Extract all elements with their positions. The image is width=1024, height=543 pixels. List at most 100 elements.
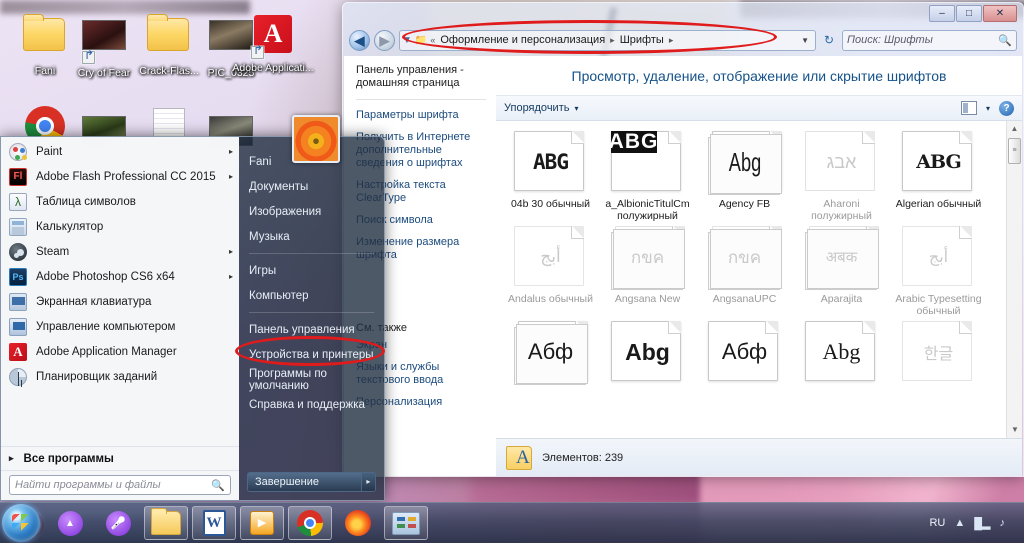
taskbar[interactable]: RU ▲ █▂ ♪: [0, 502, 1024, 543]
organize-caret-icon[interactable]: ▾: [574, 104, 578, 113]
start-menu-right-item-help-support[interactable]: Справка и поддержка: [239, 392, 384, 417]
font-item[interactable]: Abg: [599, 321, 696, 388]
taskbar-button-explorer[interactable]: [144, 506, 188, 540]
all-programs-button[interactable]: ▸ Все программы: [1, 446, 239, 470]
refresh-button[interactable]: ↻: [820, 30, 838, 51]
font-file-icon: ABG: [609, 130, 685, 193]
window-titlebar[interactable]: – □ ✕: [343, 3, 1023, 25]
taskbar-button-word[interactable]: [192, 506, 236, 540]
forward-button[interactable]: ▶: [374, 29, 395, 51]
search-input[interactable]: Поиск: Шрифты 🔍: [842, 29, 1017, 51]
submenu-arrow-icon[interactable]: ▸: [229, 272, 233, 281]
user-avatar[interactable]: [292, 115, 340, 163]
taskbar-button-control-panel[interactable]: [384, 506, 428, 540]
scroll-down-button[interactable]: ▼: [1007, 422, 1022, 438]
adobe-icon: [9, 342, 27, 361]
start-menu-item-onscreen-keyboard[interactable]: Экранная клавиатура: [1, 289, 239, 314]
start-menu[interactable]: Paint ▸ Adobe Flash Professional CC 2015…: [0, 136, 385, 501]
start-menu-right-item-control-panel[interactable]: Панель управления: [239, 317, 384, 342]
submenu-arrow-icon[interactable]: ▸: [229, 247, 233, 256]
left-pane-home-link[interactable]: Панель управления - домашняя страница: [356, 64, 486, 90]
font-item[interactable]: 한글: [890, 321, 987, 388]
minimize-button[interactable]: –: [929, 5, 955, 22]
taskbar-button-yandex[interactable]: [48, 506, 92, 540]
font-file-icon: กขค: [707, 226, 782, 290]
font-item[interactable]: ABG a_AlbionicTitulCm полужирный: [599, 130, 696, 222]
start-menu-right-item-devices-printers[interactable]: Устройства и принтеры: [239, 342, 384, 367]
word-icon: [202, 510, 226, 536]
font-item[interactable]: אבג Aharoni полужирный: [793, 131, 890, 222]
start-menu-item-photoshop[interactable]: Adobe Photoshop CS6 x64 ▸: [1, 264, 239, 289]
start-menu-item-task-scheduler[interactable]: Планировщик заданий: [1, 364, 239, 389]
submenu-arrow-icon[interactable]: ▸: [229, 147, 233, 156]
navigation-bar[interactable]: ◀ ▶ ▼ 📁 « Оформление и персонализация ▸ …: [343, 25, 1023, 55]
breadcrumb-item-fonts[interactable]: Шрифты: [618, 33, 666, 47]
start-menu-item-adobe-application-manager[interactable]: Adobe Application Manager: [1, 339, 239, 364]
language-indicator[interactable]: RU: [929, 517, 945, 529]
volume-icon[interactable]: ♪: [1000, 517, 1006, 529]
taskbar-button-chrome[interactable]: [288, 506, 332, 540]
system-tray[interactable]: RU ▲ █▂ ♪: [929, 517, 1022, 530]
help-icon[interactable]: ?: [999, 100, 1014, 116]
font-item[interactable]: Абф: [696, 321, 793, 388]
explorer-toolbar[interactable]: Упорядочить ▾ ▾ ?: [496, 96, 1022, 121]
start-search-input[interactable]: Найти программы и файлы 🔍: [9, 475, 231, 495]
scrollbar-thumb[interactable]: ≡: [1008, 138, 1021, 164]
maximize-button[interactable]: □: [956, 5, 982, 22]
chevron-down-icon[interactable]: ▼: [402, 35, 412, 46]
start-menu-item-steam[interactable]: Steam ▸: [1, 239, 239, 264]
desktop-icon-adobe-application[interactable]: Adobe Applicati...: [228, 12, 318, 74]
network-icon[interactable]: █▂: [974, 517, 990, 530]
start-menu-item-adobe-flash[interactable]: Adobe Flash Professional CC 2015 ▸: [1, 164, 239, 189]
breadcrumb-item-personalization[interactable]: Оформление и персонализация: [438, 33, 607, 47]
start-menu-right-item-default-programs[interactable]: Программы по умолчанию: [239, 367, 384, 392]
start-menu-right-item-music[interactable]: Музыка: [239, 224, 384, 249]
address-bar[interactable]: ▼ 📁 « Оформление и персонализация ▸ Шриф…: [399, 29, 816, 51]
start-menu-right-item-pictures[interactable]: Изображения: [239, 199, 384, 224]
taskbar-button-media-player[interactable]: [240, 506, 284, 540]
start-menu-item-computer-management[interactable]: Управление компьютером: [1, 314, 239, 339]
taskbar-button-voice-assistant[interactable]: [96, 506, 140, 540]
view-caret-icon[interactable]: ▾: [986, 104, 990, 113]
vertical-scrollbar[interactable]: ▲ ≡ ▼: [1006, 121, 1022, 438]
start-menu-item-character-map[interactable]: Таблица символов: [1, 189, 239, 214]
change-view-icon[interactable]: [960, 101, 977, 115]
start-menu-right-column[interactable]: Fani Документы Изображения Музыка Игры К…: [239, 137, 384, 500]
font-item[interactable]: अबक Aparajita: [793, 226, 890, 317]
start-menu-search[interactable]: Найти программы и файлы 🔍: [1, 470, 239, 500]
font-item[interactable]: Abg: [793, 321, 890, 388]
font-file-icon: أبج: [901, 226, 976, 288]
font-item[interactable]: ABG 04b 30 обычный: [502, 131, 599, 222]
start-menu-program-list[interactable]: Paint ▸ Adobe Flash Professional CC 2015…: [1, 137, 239, 446]
font-item[interactable]: أبج Arabic Typesetting обычный: [890, 226, 987, 317]
submenu-arrow-icon[interactable]: ▸: [229, 172, 233, 181]
start-orb-icon[interactable]: [2, 504, 40, 542]
organize-button[interactable]: Упорядочить: [504, 102, 569, 114]
font-item[interactable]: ABG Algerian обычный: [890, 131, 987, 222]
back-button[interactable]: ◀: [349, 29, 370, 51]
show-hidden-icons-icon[interactable]: ▲: [954, 517, 965, 529]
address-dropdown-icon[interactable]: ▼: [797, 36, 813, 45]
font-item[interactable]: Абф: [502, 321, 599, 388]
breadcrumb-overflow-icon[interactable]: «: [430, 35, 435, 45]
start-menu-right-item-documents[interactable]: Документы: [239, 174, 384, 199]
left-pane-link-font-settings[interactable]: Параметры шрифта: [356, 109, 486, 122]
start-menu-item-paint[interactable]: Paint ▸: [1, 139, 239, 164]
scroll-up-button[interactable]: ▲: [1007, 121, 1022, 137]
start-menu-right-item-games[interactable]: Игры: [239, 258, 384, 283]
font-item[interactable]: กขค AngsanaUPC: [696, 226, 793, 317]
shutdown-options-arrow-icon[interactable]: ▸: [360, 473, 375, 491]
start-menu-left-column[interactable]: Paint ▸ Adobe Flash Professional CC 2015…: [1, 137, 239, 500]
shutdown-button[interactable]: Завершение работы ▸: [247, 472, 376, 492]
start-menu-right-item-computer[interactable]: Компьютер: [239, 283, 384, 308]
font-item[interactable]: กขค Angsana New: [599, 226, 696, 317]
close-button[interactable]: ✕: [983, 5, 1017, 22]
window-controls[interactable]: – □ ✕: [929, 5, 1017, 22]
font-name: Agency FB: [718, 198, 771, 210]
font-item[interactable]: أبج Andalus обычный: [502, 226, 599, 317]
font-item[interactable]: Abg Agency FB: [696, 131, 793, 222]
fonts-grid[interactable]: ABG 04b 30 обычный ABG a_AlbionicTitulCm…: [496, 121, 1022, 438]
start-menu-item-calculator[interactable]: Калькулятор: [1, 214, 239, 239]
taskbar-button-firefox[interactable]: [336, 506, 380, 540]
explorer-window[interactable]: – □ ✕ ◀ ▶ ▼ 📁 « Оформление и персонализа…: [342, 2, 1024, 477]
